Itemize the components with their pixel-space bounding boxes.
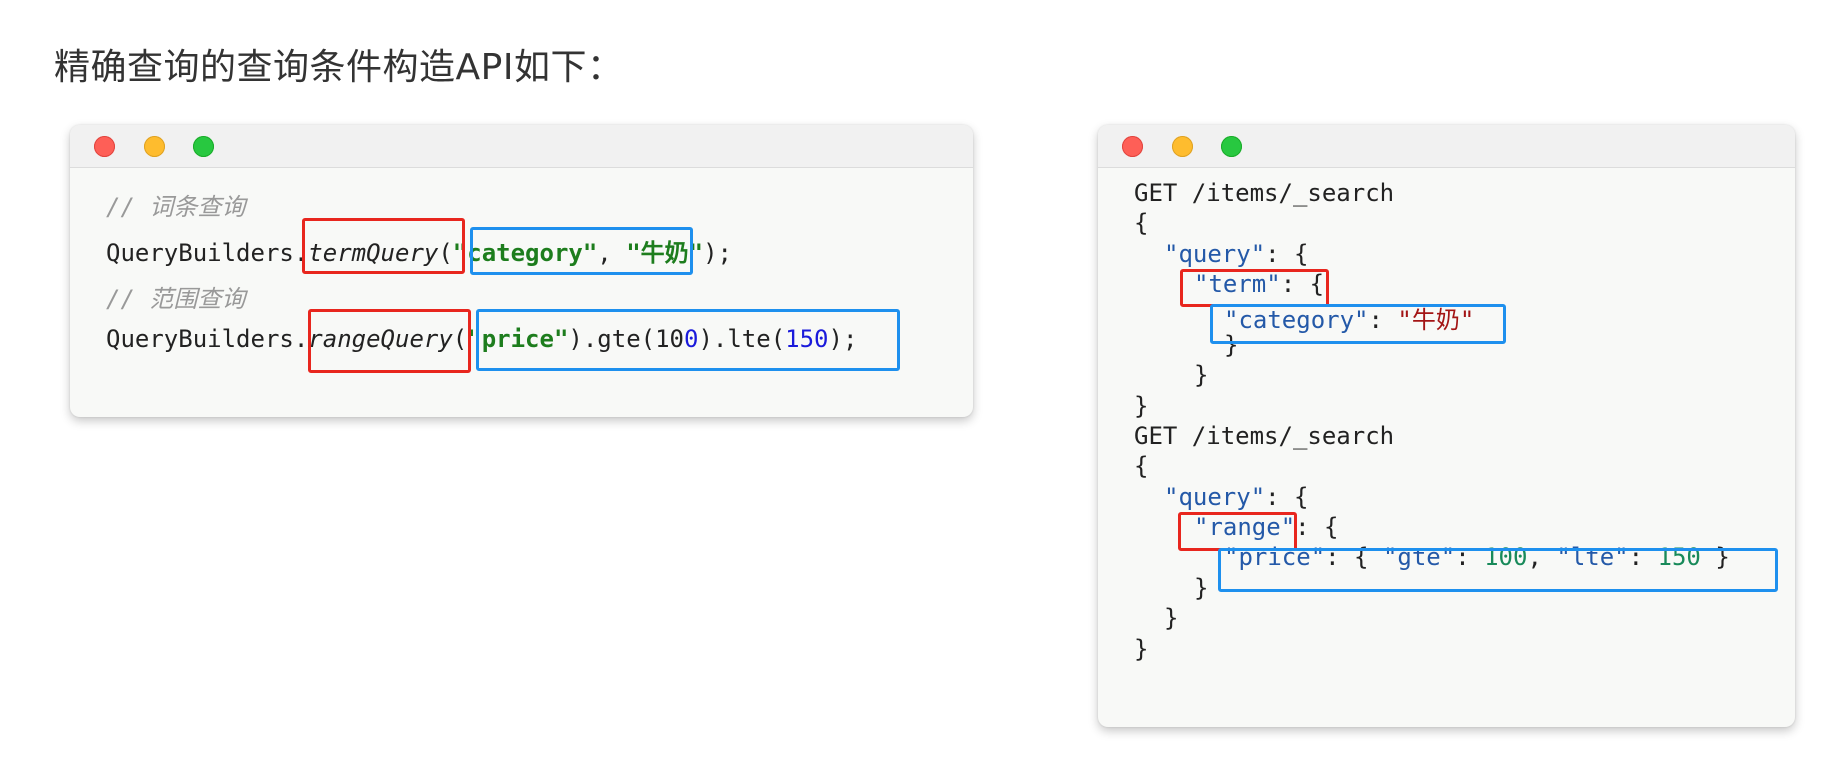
code-comment-range: // 范围查询 — [106, 285, 246, 313]
json-punct: : { — [1295, 513, 1339, 541]
json-punct: : { — [1265, 483, 1309, 511]
dsl-request-line: GET /items/_search — [1134, 422, 1395, 450]
dsl-brace: } — [1134, 392, 1149, 420]
code-token: QueryBuilders — [106, 239, 294, 267]
highlight-box-range-key — [1178, 512, 1297, 551]
highlight-box-term-method — [302, 218, 465, 274]
dsl-brace: } — [1194, 574, 1209, 602]
highlight-box-term-args — [470, 227, 693, 275]
json-key: "query" — [1164, 240, 1266, 268]
dsl-request-line: GET /items/_search — [1134, 179, 1395, 207]
dsl-brace: { — [1134, 209, 1149, 237]
highlight-box-category-clause — [1210, 304, 1506, 344]
java-code-window: // 词条查询 QueryBuilders.termQuery("categor… — [70, 125, 973, 417]
page-heading: 精确查询的查询条件构造API如下： — [54, 47, 624, 88]
highlight-box-range-args — [476, 309, 900, 371]
code-token: ); — [703, 239, 733, 267]
dsl-code-window: GET /items/_search { "query": { "term": … — [1098, 125, 1795, 727]
json-key: "query" — [1164, 483, 1266, 511]
json-punct: : { — [1265, 240, 1309, 268]
code-token: . — [293, 325, 309, 353]
highlight-box-term-key — [1180, 269, 1329, 307]
highlight-box-range-method — [308, 309, 471, 373]
code-token: QueryBuilders — [106, 325, 294, 353]
dsl-line-query: "query": { — [1164, 483, 1309, 511]
dsl-brace: } — [1164, 604, 1179, 632]
dsl-brace: { — [1134, 452, 1149, 480]
dsl-brace: } — [1194, 361, 1209, 389]
highlight-box-price-clause — [1218, 548, 1778, 592]
code-comment-term: // 词条查询 — [106, 193, 246, 221]
dsl-brace: } — [1134, 635, 1149, 663]
dsl-code-block: GET /items/_search { "query": { "term": … — [1134, 125, 1794, 727]
dsl-line-query: "query": { — [1164, 240, 1309, 268]
